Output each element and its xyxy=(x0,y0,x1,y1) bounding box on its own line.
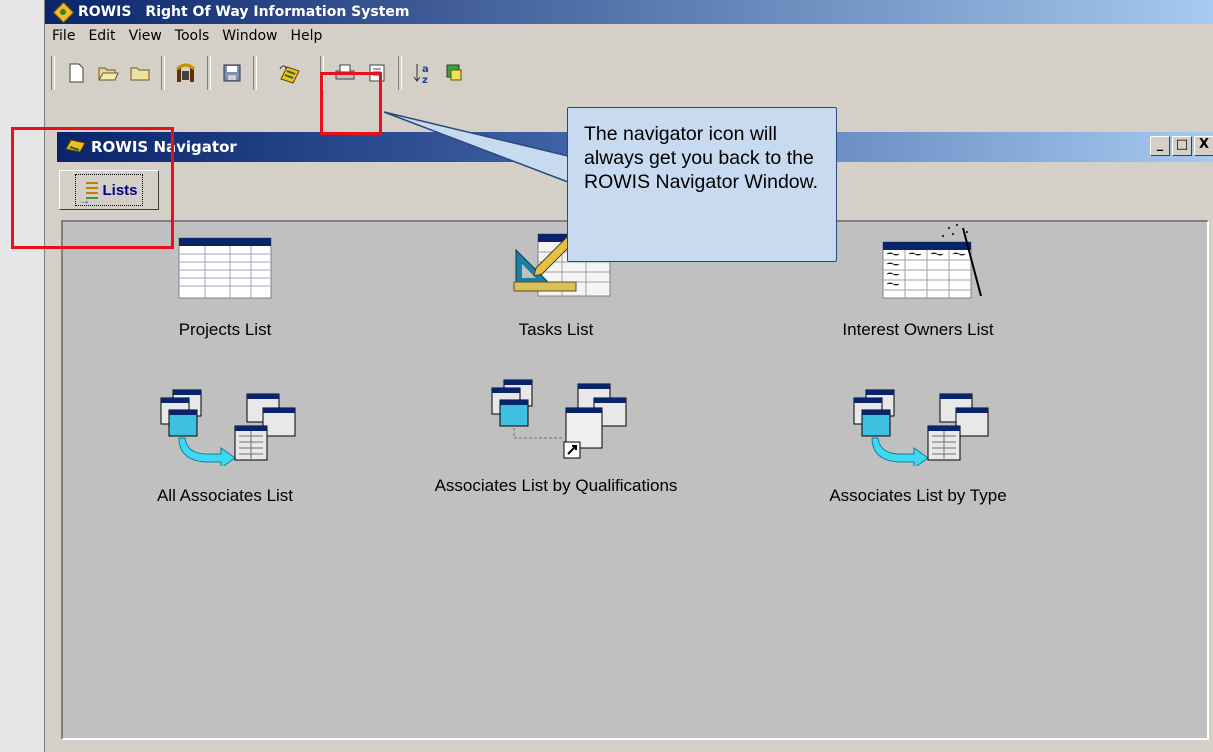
callout-note: The navigator icon will always get you b… xyxy=(567,107,837,262)
lists-tab-highlight xyxy=(11,127,174,249)
navigator-icon-highlight xyxy=(320,72,382,135)
